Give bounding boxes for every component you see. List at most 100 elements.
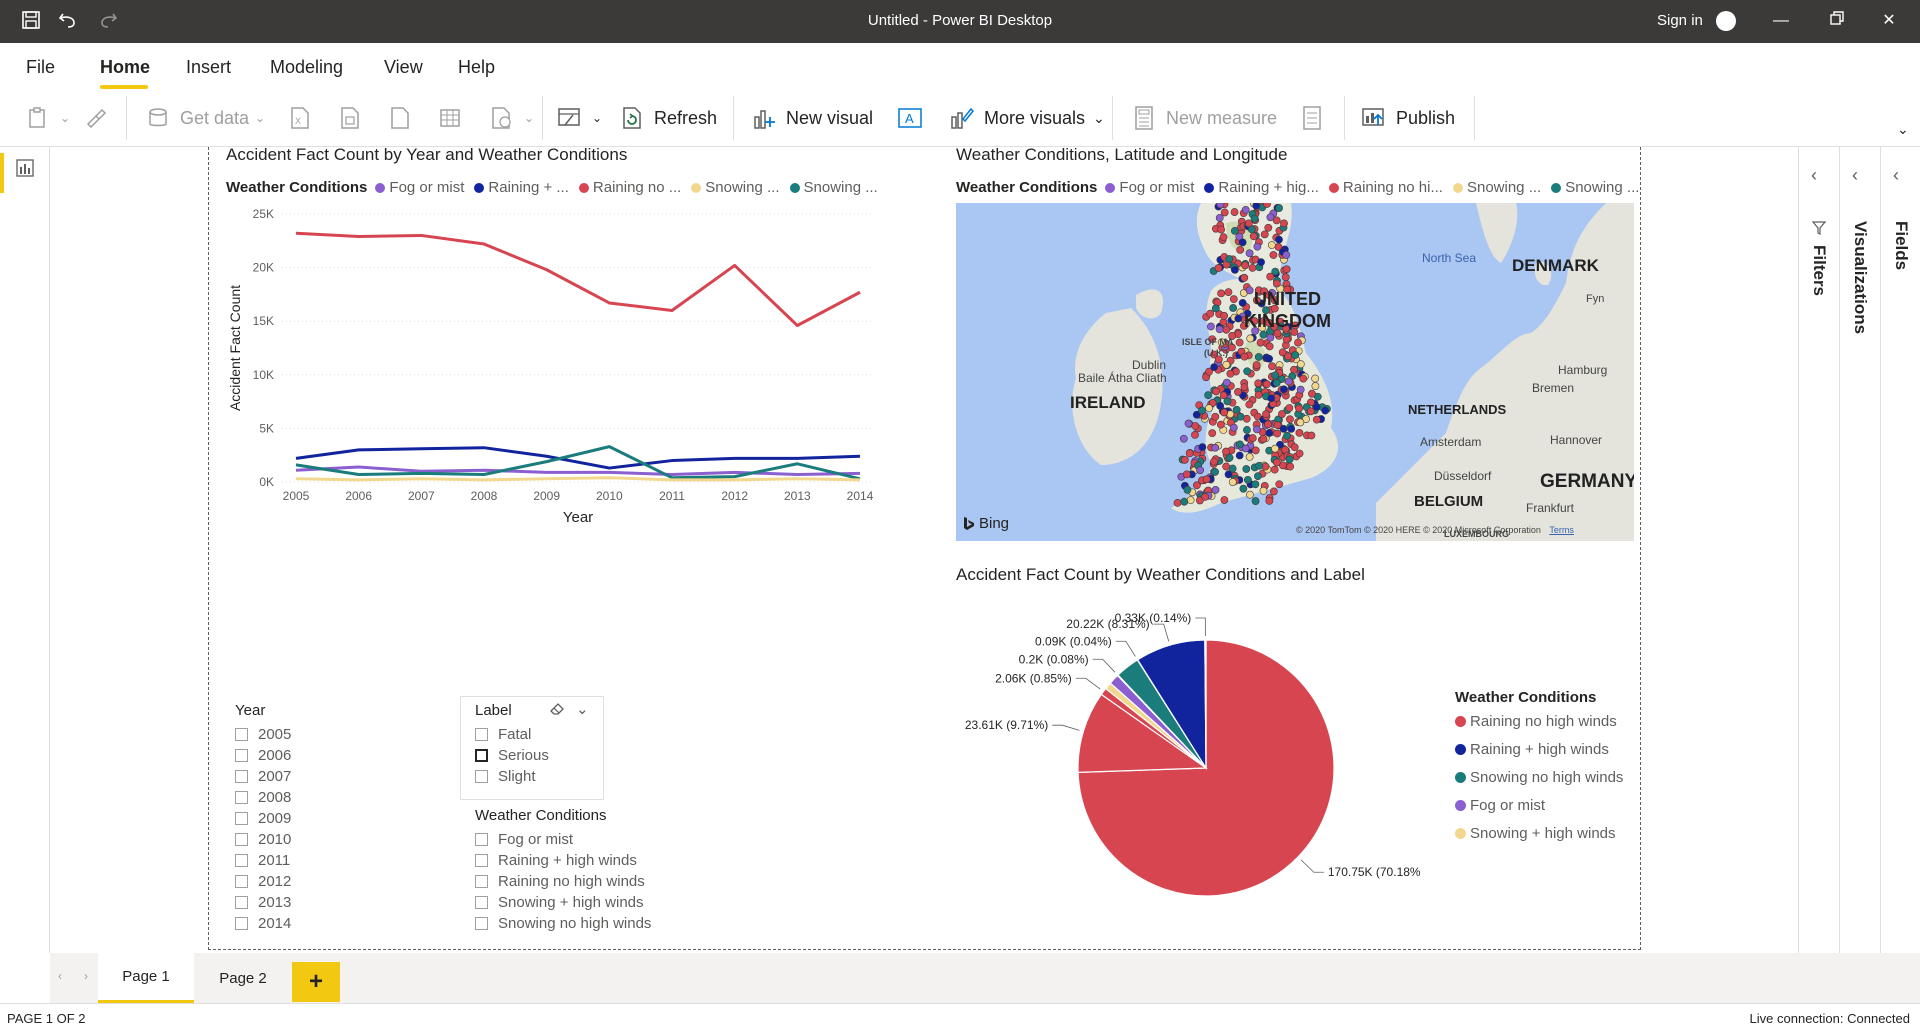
checkbox[interactable]	[235, 748, 248, 762]
slicer-item[interactable]: 2008	[235, 787, 291, 807]
chevron-left-icon[interactable]: ‹	[1811, 165, 1817, 186]
page-next-icon[interactable]: ›	[84, 969, 88, 983]
pie-legend-item[interactable]: Raining no high winds	[1455, 713, 1617, 730]
legend-item[interactable]: Snowing ...	[691, 179, 780, 196]
close-icon[interactable]: ✕	[1874, 8, 1904, 34]
eraser-icon[interactable]	[548, 701, 566, 722]
series-line[interactable]	[295, 231, 861, 327]
excel-button[interactable]: X	[286, 99, 322, 137]
new-visual-button[interactable]: New visual	[750, 99, 873, 137]
pie-chart[interactable]: 170.75K (70.18%) 23.61K (9.71%) 2.06K (0.8…	[950, 600, 1420, 930]
legend-item[interactable]: Raining no ...	[578, 179, 681, 196]
enter-data-button[interactable]	[436, 99, 472, 137]
checkbox[interactable]	[475, 853, 488, 867]
pie-legend-item[interactable]: Raining + high winds	[1455, 741, 1609, 758]
legend-item[interactable]: Snowing ...	[1551, 179, 1639, 196]
restore-icon[interactable]	[1822, 8, 1852, 34]
filters-pane[interactable]: ‹ Filters	[1798, 147, 1838, 953]
checkbox[interactable]	[235, 874, 248, 888]
slicer-item[interactable]: Fog or mist	[475, 829, 573, 849]
chevron-down-icon[interactable]: ⌄	[576, 700, 589, 718]
checkbox[interactable]	[235, 853, 248, 867]
slicer-item[interactable]: 2012	[235, 871, 291, 891]
slicer-item[interactable]: Snowing + high winds	[475, 892, 644, 912]
legend-item[interactable]: Fog or mist	[375, 179, 464, 196]
checkbox[interactable]	[235, 790, 248, 804]
slicer-item[interactable]: 2011	[235, 850, 290, 870]
sign-in-link[interactable]: Sign in	[1657, 12, 1703, 29]
publish-button[interactable]: Publish	[1360, 99, 1455, 137]
text-box-button[interactable]: A	[896, 99, 932, 137]
page-prev-icon[interactable]: ‹	[58, 969, 62, 983]
fields-pane[interactable]: ‹ Fields	[1880, 147, 1920, 953]
checkbox[interactable]	[475, 916, 488, 930]
new-measure-button[interactable]: New measure	[1130, 99, 1277, 137]
checkbox[interactable]	[475, 895, 488, 909]
checkbox[interactable]	[235, 769, 248, 783]
legend-item[interactable]: Snowing ...	[1452, 179, 1541, 196]
dataset-button[interactable]	[336, 99, 372, 137]
minimize-icon[interactable]: —	[1766, 8, 1796, 34]
pie-legend-item[interactable]: Snowing no high winds	[1455, 769, 1623, 786]
map-visual[interactable]: UNITED KINGDOM IRELAND DENMARK NETHERLAN…	[956, 203, 1634, 541]
slicer-item[interactable]: 2006	[235, 745, 291, 765]
tab-home[interactable]: Home	[100, 57, 150, 78]
report-view-icon[interactable]	[16, 159, 34, 182]
format-painter-button[interactable]	[82, 99, 118, 137]
sql-button[interactable]	[386, 99, 422, 137]
checkbox[interactable]	[475, 832, 488, 846]
series-line[interactable]	[295, 446, 861, 470]
legend-item[interactable]: Raining + ...	[474, 179, 569, 196]
pie-legend-item[interactable]: Fog or mist	[1455, 797, 1545, 814]
slicer-item[interactable]: Slight	[475, 766, 536, 786]
refresh-button[interactable]: Refresh	[618, 99, 717, 137]
slicer-item[interactable]: 2013	[235, 892, 291, 912]
page-tab-1[interactable]: Page 1	[98, 953, 194, 1003]
tab-file[interactable]: File	[26, 57, 55, 78]
transform-data-button[interactable]: ⌄	[556, 99, 602, 137]
slicer-item[interactable]: Raining no high winds	[475, 871, 645, 891]
legend-item[interactable]: Snowing ...	[789, 179, 878, 196]
checkbox[interactable]	[235, 832, 248, 846]
slicer-item[interactable]: Fatal	[475, 724, 531, 744]
legend-item[interactable]: Raining no hi...	[1328, 179, 1443, 196]
checkbox[interactable]	[475, 769, 488, 783]
slicer-item[interactable]: Snowing no high winds	[475, 913, 651, 933]
line-chart[interactable]: 0K 5K 10K 15K 20K 25K 2005 2006 2007 2008 2009 2010…	[222, 202, 882, 532]
checkbox[interactable]	[235, 811, 248, 825]
slicer-item[interactable]: 2014	[235, 913, 291, 933]
pie-legend-item[interactable]: Snowing + high winds	[1455, 825, 1616, 842]
visualizations-pane[interactable]: ‹ Visualizations	[1839, 147, 1879, 953]
tab-view[interactable]: View	[384, 57, 423, 78]
chevron-left-icon[interactable]: ‹	[1852, 165, 1858, 186]
paste-button[interactable]: ⌄	[24, 99, 70, 137]
avatar[interactable]	[1716, 11, 1736, 31]
slicer-item[interactable]: 2010	[235, 829, 291, 849]
recent-sources-button[interactable]: ⌄	[488, 99, 534, 137]
add-page-button[interactable]: +	[292, 962, 340, 1002]
slicer-item[interactable]: Raining + high winds	[475, 850, 637, 870]
slicer-item[interactable]: Serious	[475, 745, 549, 765]
checkbox[interactable]	[235, 895, 248, 909]
tab-help[interactable]: Help	[458, 57, 495, 78]
page-tab-2[interactable]: Page 2	[196, 953, 290, 1003]
checkbox[interactable]	[475, 727, 488, 741]
tab-insert[interactable]: Insert	[186, 57, 231, 78]
slicer-item[interactable]: 2009	[235, 808, 291, 828]
legend-item[interactable]: Fog or mist	[1105, 179, 1194, 196]
checkbox[interactable]	[475, 874, 488, 888]
chevron-left-icon[interactable]: ‹	[1893, 165, 1899, 186]
checkbox[interactable]	[475, 748, 488, 762]
checkbox[interactable]	[235, 727, 248, 741]
tab-modeling[interactable]: Modeling	[270, 57, 343, 78]
get-data-button[interactable]: Get data ⌄	[144, 99, 265, 137]
collapse-ribbon-icon[interactable]: ⌄	[1897, 121, 1909, 138]
slicer-item[interactable]: 2007	[235, 766, 291, 786]
legend-item[interactable]: Raining + hig...	[1204, 179, 1319, 196]
terms-link[interactable]: Terms	[1549, 525, 1574, 535]
more-visuals-button[interactable]: More visuals ⌄	[948, 99, 1105, 137]
quick-measure-button[interactable]	[1298, 99, 1334, 137]
checkbox[interactable]	[235, 916, 248, 930]
series-line[interactable]	[295, 476, 861, 482]
slicer-item[interactable]: 2005	[235, 724, 291, 744]
